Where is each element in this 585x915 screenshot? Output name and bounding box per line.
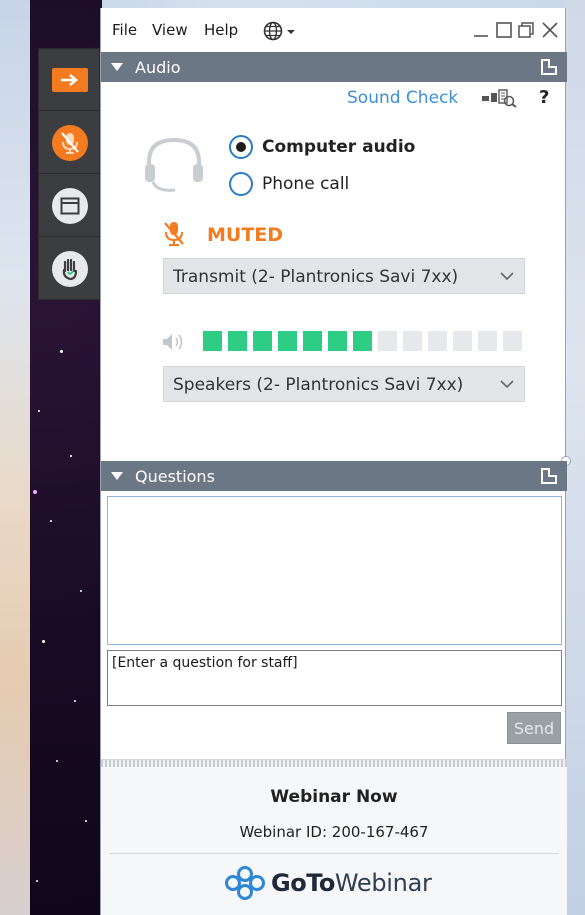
level-segment-filled bbox=[303, 331, 322, 351]
speaker-device-select[interactable]: Speakers (2- Plantronics Savi 7xx) bbox=[163, 366, 525, 402]
level-segment-filled bbox=[353, 331, 372, 351]
logo-text-regular: Webinar bbox=[334, 869, 432, 897]
level-segment-empty bbox=[503, 331, 522, 351]
logo-text-bold: GoTo bbox=[271, 869, 335, 897]
footer-divider bbox=[109, 853, 559, 854]
popout-icon[interactable] bbox=[541, 468, 557, 484]
globe-icon bbox=[263, 21, 295, 41]
level-segment-filled bbox=[278, 331, 297, 351]
collapse-triangle-icon bbox=[111, 472, 123, 480]
speaker-icon bbox=[161, 331, 189, 357]
level-segment-filled bbox=[228, 331, 247, 351]
phone-call-label: Phone call bbox=[262, 174, 350, 194]
level-segment-empty bbox=[453, 331, 472, 351]
level-segment-empty bbox=[478, 331, 497, 351]
phone-call-radio[interactable] bbox=[229, 172, 253, 196]
control-panel-window: File View Help Audio Sound Check ? Compu… bbox=[100, 8, 571, 915]
speaker-device-value: Speakers (2- Plantronics Savi 7xx) bbox=[173, 375, 464, 395]
level-segment-filled bbox=[253, 331, 272, 351]
computer-audio-label: Computer audio bbox=[262, 137, 416, 157]
webinar-title: Webinar Now bbox=[270, 787, 398, 807]
popout-icon[interactable] bbox=[541, 59, 557, 75]
menu-help[interactable]: Help bbox=[204, 21, 238, 39]
computer-audio-radio[interactable] bbox=[229, 135, 253, 159]
level-segment-empty bbox=[403, 331, 422, 351]
level-segment-empty bbox=[378, 331, 397, 351]
gotowebinar-logo: GoTo Webinar bbox=[225, 863, 432, 903]
questions-panel-title: Questions bbox=[135, 467, 215, 486]
panel-divider bbox=[101, 759, 567, 767]
language-menu-button[interactable] bbox=[263, 21, 301, 45]
window-icon bbox=[52, 187, 88, 224]
level-segment-empty bbox=[428, 331, 447, 351]
question-input[interactable]: [Enter a question for staff] bbox=[107, 650, 562, 706]
menu-file[interactable]: File bbox=[112, 21, 137, 39]
transmit-device-value: Transmit (2- Plantronics Savi 7xx) bbox=[173, 267, 459, 287]
arrow-right-icon bbox=[52, 67, 88, 92]
close-icon[interactable] bbox=[541, 21, 559, 43]
control-toolbar bbox=[38, 48, 101, 300]
collapse-triangle-icon bbox=[111, 63, 123, 71]
background-left bbox=[0, 0, 30, 915]
chevron-down-icon bbox=[500, 380, 514, 389]
restore-icon[interactable] bbox=[517, 21, 535, 43]
collapse-toolbar-button[interactable] bbox=[39, 49, 101, 111]
chevron-down-icon bbox=[500, 272, 514, 281]
transmit-device-select[interactable]: Transmit (2- Plantronics Savi 7xx) bbox=[163, 258, 525, 294]
sound-check-icon[interactable] bbox=[481, 88, 527, 112]
menu-view[interactable]: View bbox=[152, 21, 188, 39]
audio-panel-header[interactable]: Audio bbox=[101, 52, 567, 82]
audio-help-button[interactable]: ? bbox=[539, 87, 549, 108]
mute-button[interactable] bbox=[39, 112, 101, 174]
show-screen-button[interactable] bbox=[39, 175, 101, 237]
computer-audio-option[interactable]: Computer audio bbox=[229, 134, 415, 160]
minimize-icon[interactable] bbox=[472, 21, 490, 43]
microphone-muted-icon[interactable] bbox=[163, 220, 185, 252]
headset-icon bbox=[141, 130, 207, 200]
microphone-muted-icon bbox=[52, 124, 88, 161]
questions-log[interactable] bbox=[107, 496, 562, 645]
send-button[interactable]: Send bbox=[507, 712, 561, 744]
webinar-id: Webinar ID: 200-167-467 bbox=[239, 823, 429, 841]
raise-hand-button[interactable] bbox=[39, 238, 101, 300]
sound-check-link[interactable]: Sound Check bbox=[347, 88, 458, 108]
questions-panel-header[interactable]: Questions bbox=[101, 461, 567, 491]
webinar-info-footer: Webinar Now Webinar ID: 200-167-467 GoTo… bbox=[101, 767, 567, 915]
audio-panel-title: Audio bbox=[135, 58, 181, 77]
raise-hand-icon bbox=[52, 251, 88, 287]
level-segment-filled bbox=[328, 331, 347, 351]
menu-bar: File View Help bbox=[101, 8, 567, 52]
phone-call-option[interactable]: Phone call bbox=[229, 171, 349, 197]
level-segment-filled bbox=[203, 331, 222, 351]
mute-status: MUTED bbox=[207, 224, 284, 246]
gotowebinar-logo-icon bbox=[225, 866, 265, 900]
maximize-icon[interactable] bbox=[495, 21, 513, 43]
